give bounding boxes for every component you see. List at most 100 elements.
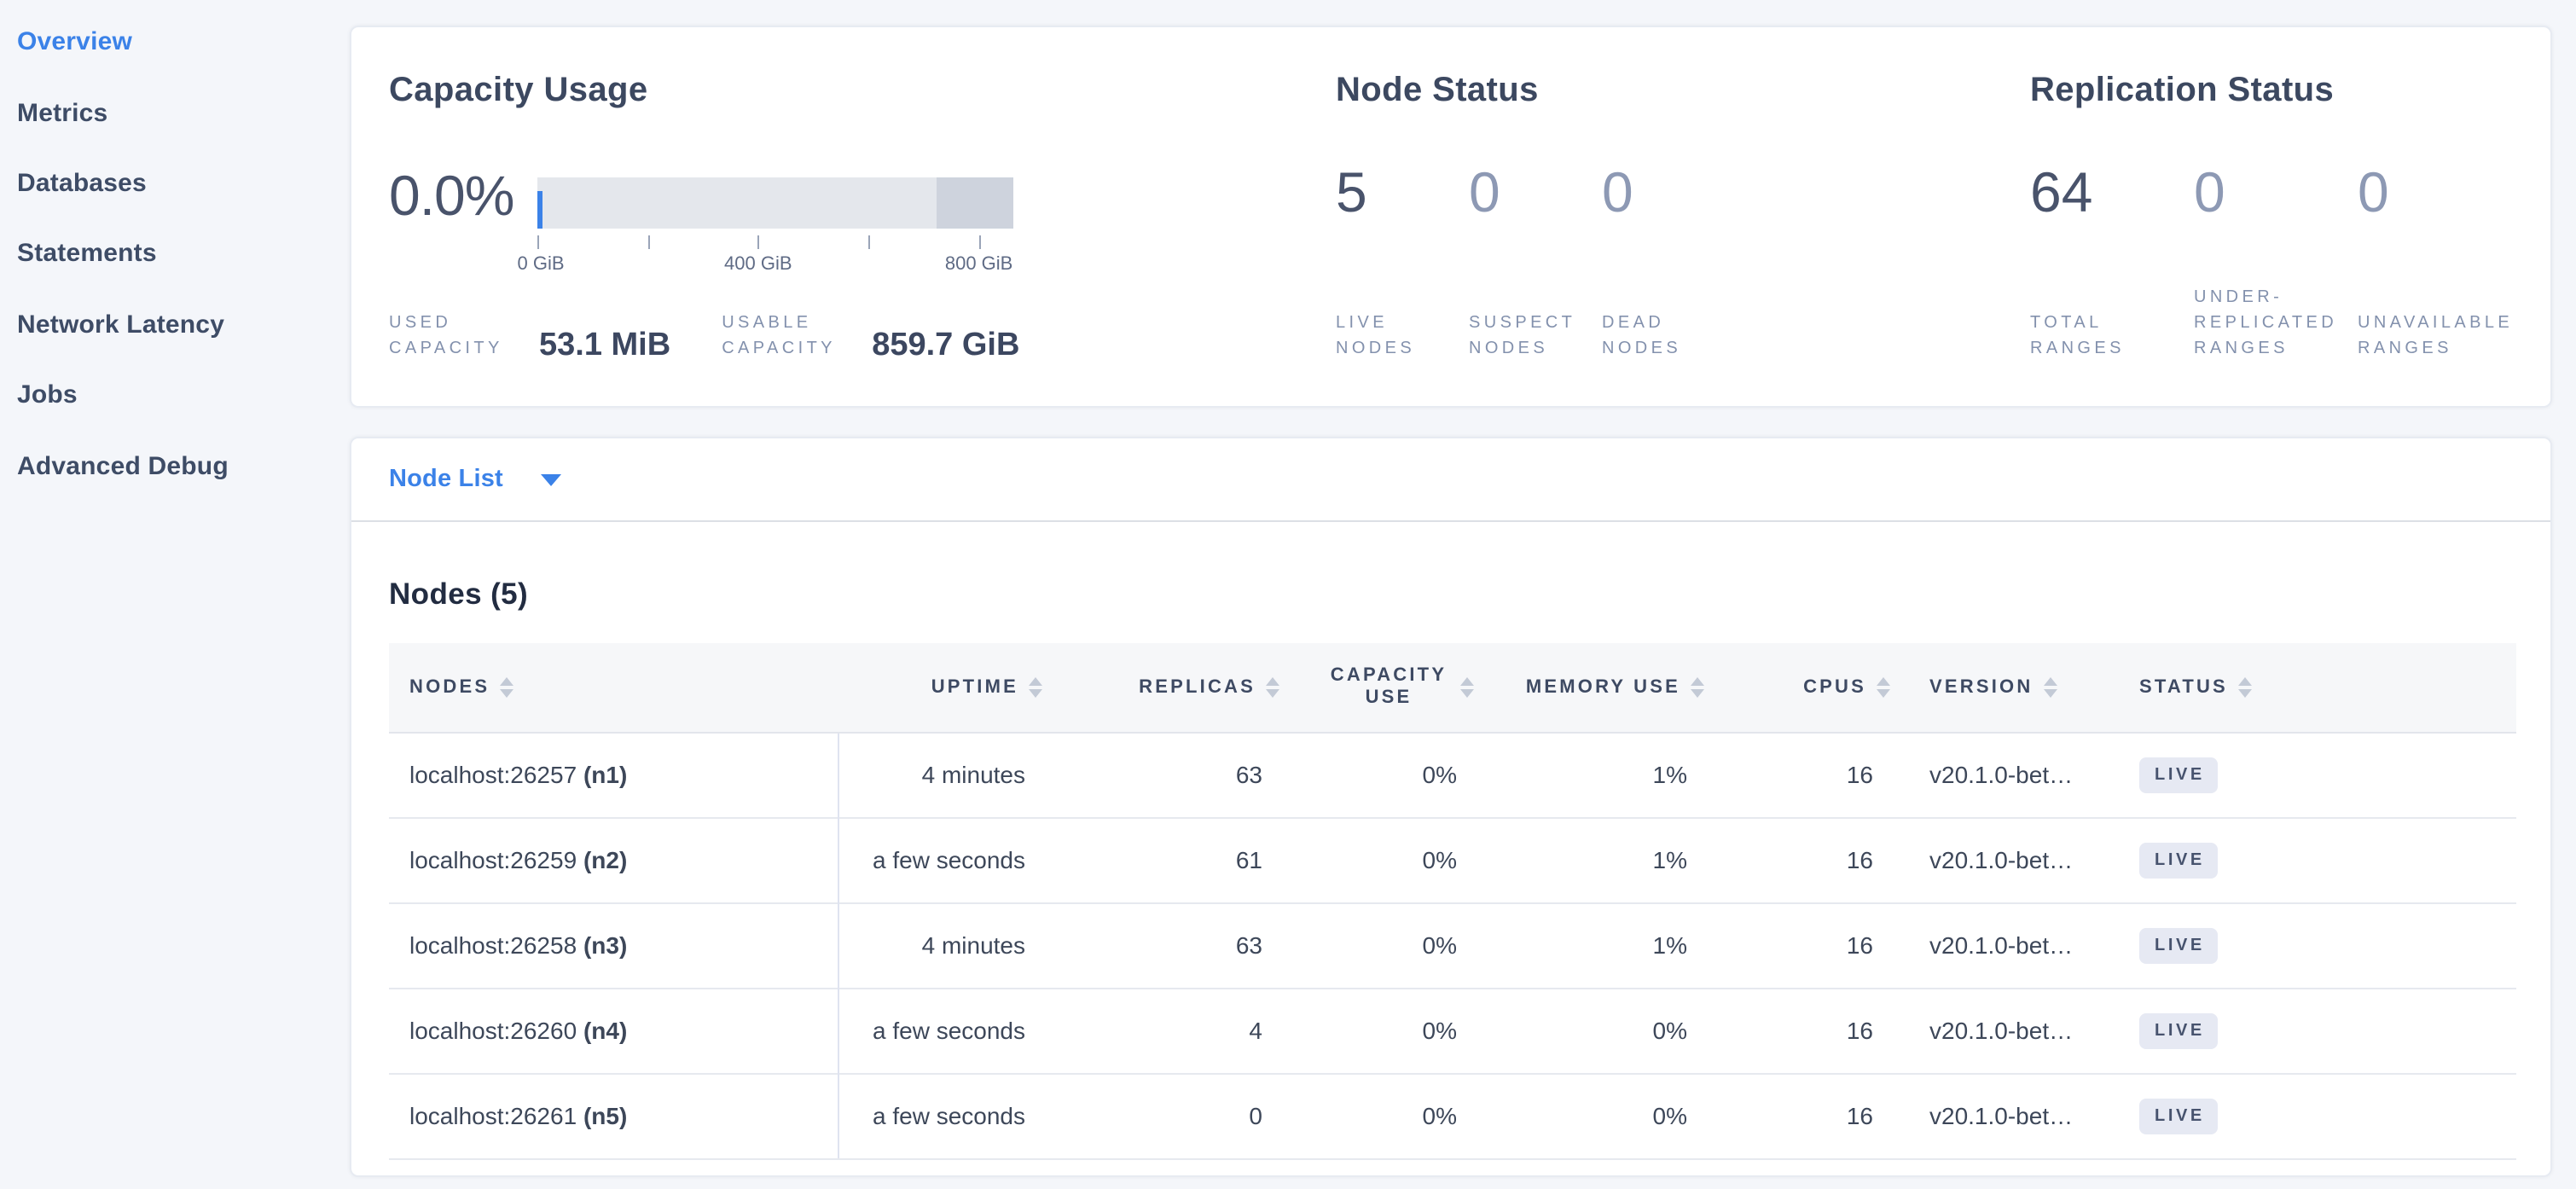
sidebar-item-network-latency[interactable]: Network Latency — [0, 289, 350, 360]
memory-use-cell: 0% — [1474, 1073, 1704, 1158]
column-header-label: REPLICAS — [1139, 677, 1256, 698]
node-list-selector[interactable]: Node List — [351, 438, 2550, 522]
sidebar-item-metrics[interactable]: Metrics — [0, 78, 350, 148]
sort-icon[interactable] — [1460, 677, 1474, 698]
column-header-replicas[interactable]: REPLICAS — [1042, 643, 1279, 732]
column-header-memory-use[interactable]: MEMORY USE — [1474, 643, 1704, 732]
capacity-bar-used-indicator — [537, 191, 542, 229]
used-capacity-stat: USED CAPACITY 53.1 MiB — [389, 310, 670, 362]
capacity-used-percent: 0.0% — [389, 164, 513, 229]
unavailable-ranges-count: 0 — [2358, 160, 2521, 225]
axis-tick-label: 400 GiB — [724, 254, 792, 275]
column-header-nodes[interactable]: NODES — [389, 643, 838, 732]
node-id: (n3) — [583, 931, 627, 959]
column-header-status[interactable]: STATUS — [2093, 643, 2516, 732]
node-name-cell[interactable]: localhost:26259 (n2) — [389, 817, 838, 902]
status-cell: LIVE — [2093, 817, 2516, 902]
version-cell: v20.1.0-bet… — [1890, 988, 2093, 1073]
version-cell: v20.1.0-bet… — [1890, 902, 2093, 988]
capacity-bar-reserved-segment — [937, 177, 1013, 229]
version-cell: v20.1.0-bet… — [1890, 1073, 2093, 1158]
used-capacity-label: USED CAPACITY — [389, 310, 522, 362]
cpus-cell: 16 — [1704, 732, 1890, 817]
sidebar-item-jobs[interactable]: Jobs — [0, 360, 350, 431]
uptime-cell: 4 minutes — [838, 902, 1042, 988]
status-cell: LIVE — [2093, 988, 2516, 1073]
table-row[interactable]: localhost:26261 (n5) a few seconds 0 0% … — [389, 1073, 2516, 1158]
cpus-cell: 16 — [1704, 988, 1890, 1073]
column-header-capacity-use[interactable]: CAPACITY USE — [1279, 643, 1474, 732]
status-badge: LIVE — [2139, 927, 2219, 963]
node-id: (n2) — [583, 846, 627, 873]
cluster-summary-panel: Capacity Usage 0.0% 0 GiB 400 GiB 800 Gi… — [350, 26, 2552, 408]
capacity-usage-title: Capacity Usage — [389, 72, 648, 111]
sort-icon[interactable] — [1029, 677, 1042, 698]
sidebar-item-databases[interactable]: Databases — [0, 148, 350, 219]
replicas-cell: 63 — [1042, 902, 1279, 988]
node-id: (n5) — [583, 1102, 627, 1129]
node-host: localhost:26260 — [409, 1017, 577, 1044]
nodes-count-heading: Nodes (5) — [389, 577, 2550, 612]
dead-nodes-label: DEAD NODES — [1602, 310, 1711, 362]
node-host: localhost:26261 — [409, 1102, 577, 1129]
sort-icon[interactable] — [1266, 677, 1279, 698]
axis-tick-label: 0 GiB — [517, 254, 564, 275]
version-cell: v20.1.0-bet… — [1890, 732, 2093, 817]
column-header-label: CPUS — [1803, 677, 1866, 698]
status-badge: LIVE — [2139, 842, 2219, 878]
replicas-cell: 61 — [1042, 817, 1279, 902]
uptime-cell: a few seconds — [838, 817, 1042, 902]
node-name-cell[interactable]: localhost:26261 (n5) — [389, 1073, 838, 1158]
capacity-use-cell: 0% — [1279, 1073, 1474, 1158]
node-status-section: Node Status 5 0 0 LIVE NODES SUSPECT NOD… — [1336, 27, 2018, 406]
version-cell: v20.1.0-bet… — [1890, 817, 2093, 902]
sort-icon[interactable] — [2043, 677, 2057, 698]
chevron-down-icon[interactable] — [541, 473, 561, 485]
node-host: localhost:26258 — [409, 931, 577, 959]
column-header-label: UPTIME — [931, 677, 1018, 698]
column-header-cpus[interactable]: CPUS — [1704, 643, 1890, 732]
table-row[interactable]: localhost:26258 (n3) 4 minutes 63 0% 1% … — [389, 902, 2516, 988]
sidebar-item-advanced-debug[interactable]: Advanced Debug — [0, 431, 350, 502]
axis-tick — [647, 235, 649, 249]
node-name-cell[interactable]: localhost:26258 (n3) — [389, 902, 838, 988]
table-row[interactable]: localhost:26257 (n1) 4 minutes 63 0% 1% … — [389, 732, 2516, 817]
under-replicated-ranges-label: UNDER-REPLICATED RANGES — [2194, 285, 2344, 362]
axis-tick — [868, 235, 870, 249]
column-header-label: NODES — [409, 677, 490, 698]
memory-use-cell: 1% — [1474, 817, 1704, 902]
memory-use-cell: 1% — [1474, 902, 1704, 988]
table-row[interactable]: localhost:26259 (n2) a few seconds 61 0%… — [389, 817, 2516, 902]
axis-tick-label: 800 GiB — [945, 254, 1013, 275]
version-text: v20.1.0-bet… — [1929, 761, 2093, 788]
status-badge: LIVE — [2139, 1012, 2219, 1048]
live-nodes-label: LIVE NODES — [1336, 310, 1445, 362]
node-list-selector-label[interactable]: Node List — [389, 466, 503, 493]
column-header-uptime[interactable]: UPTIME — [838, 643, 1042, 732]
uptime-cell: a few seconds — [838, 988, 1042, 1073]
replicas-cell: 0 — [1042, 1073, 1279, 1158]
status-cell: LIVE — [2093, 902, 2516, 988]
node-name-cell[interactable]: localhost:26257 (n1) — [389, 732, 838, 817]
table-row[interactable]: localhost:26260 (n4) a few seconds 4 0% … — [389, 988, 2516, 1073]
capacity-bar: 0 GiB 400 GiB 800 GiB — [537, 177, 1013, 229]
sort-icon[interactable] — [2238, 677, 2252, 698]
column-header-version[interactable]: VERSION — [1890, 643, 2093, 732]
sidebar-item-overview[interactable]: Overview — [0, 7, 350, 78]
table-header-row: NODES UPTIME REPLICAS CAPACITY USE MEMOR… — [389, 643, 2516, 732]
node-status-title: Node Status — [1336, 72, 1539, 111]
node-name-cell[interactable]: localhost:26260 (n4) — [389, 988, 838, 1073]
column-header-label: MEMORY USE — [1526, 677, 1680, 698]
status-badge: LIVE — [2139, 757, 2219, 792]
live-nodes-count: 5 — [1336, 160, 1469, 225]
status-cell: LIVE — [2093, 1073, 2516, 1158]
sort-icon[interactable] — [1877, 677, 1890, 698]
cpus-cell: 16 — [1704, 817, 1890, 902]
replication-status-section: Replication Status 64 0 0 TOTAL RANGES U… — [2030, 27, 2542, 406]
axis-tick — [758, 235, 760, 249]
sidebar-item-statements[interactable]: Statements — [0, 218, 350, 289]
sort-icon[interactable] — [1691, 677, 1704, 698]
sort-icon[interactable] — [500, 677, 513, 698]
column-header-label: CAPACITY USE — [1327, 665, 1450, 710]
suspect-nodes-count: 0 — [1469, 160, 1602, 225]
